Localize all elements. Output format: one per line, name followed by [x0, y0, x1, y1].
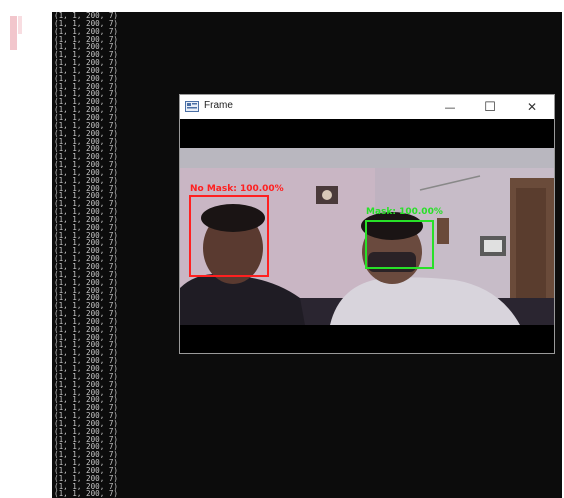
window-title: Frame [204, 100, 233, 111]
camera-image [180, 148, 554, 325]
minimize-icon: — [444, 100, 456, 114]
camera-frame: No Mask: 100.00% Mask: 100.00% [180, 148, 554, 325]
maximize-button[interactable]: ☐ [470, 95, 510, 119]
window-app-icon [185, 101, 199, 112]
highlight-mark [10, 16, 17, 50]
window-titlebar[interactable]: Frame — ☐ ✕ [180, 95, 554, 119]
mask-label: Mask: 100.00% [366, 207, 443, 217]
close-icon: ✕ [526, 100, 538, 114]
terminal-lines: (1, 1, 200, 7) (1, 1, 200, 7) (1, 1, 200, … [54, 12, 118, 498]
frame-window[interactable]: Frame — ☐ ✕ No Mask: 100.00% Mask: 100.0… [179, 94, 555, 354]
terminal-line: (1, 1, 200, 7) [54, 489, 119, 498]
highlight-mark-secondary [18, 16, 22, 34]
minimize-button[interactable]: — [430, 95, 470, 119]
close-button[interactable]: ✕ [512, 95, 552, 119]
maximize-icon: ☐ [484, 99, 496, 115]
no-mask-label: No Mask: 100.00% [190, 184, 284, 194]
